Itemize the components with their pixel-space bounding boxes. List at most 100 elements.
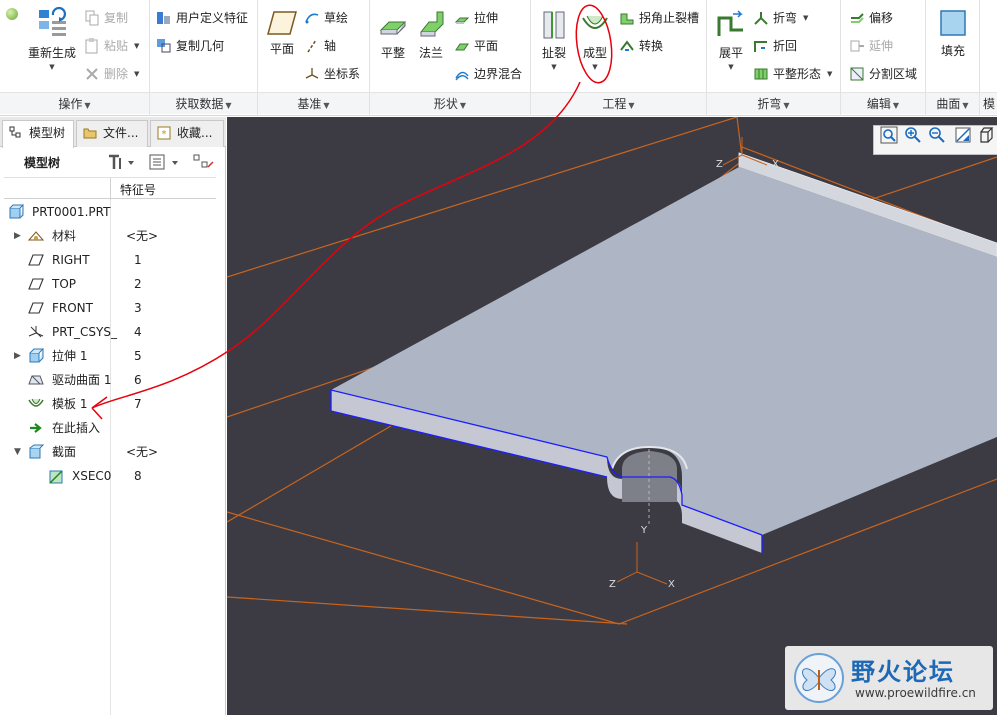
group-label-get-data[interactable]: 获取数据 ▼ [150, 92, 257, 114]
tree-row[interactable]: RIGHT 1 [0, 248, 226, 272]
chevron-down-icon: ▼ [84, 101, 91, 110]
tree-columns-icon[interactable] [192, 153, 216, 171]
datum-plane-icon [28, 278, 44, 290]
bend-button[interactable]: 折弯 ▼ [753, 7, 808, 29]
csys-icon [305, 68, 319, 79]
show-filter-icon[interactable] [148, 153, 184, 171]
group-label-surfaces[interactable]: 曲面 ▼ [926, 92, 979, 114]
plane-button[interactable]: 平面 [262, 10, 302, 57]
bend-back-button[interactable]: 折回 [753, 35, 797, 57]
tab-favorites[interactable]: * 收藏... [150, 120, 224, 147]
offset-button[interactable]: 偏移 [849, 7, 893, 29]
tree-row[interactable]: PRT0001.PRT [0, 200, 226, 224]
form-button[interactable]: 成型 ▼ [575, 8, 615, 71]
tree-row[interactable]: FRONT 3 [0, 296, 226, 320]
tab-label: 模型树 [29, 126, 66, 140]
flat-pattern-icon [754, 68, 768, 80]
flange-button[interactable]: 法兰 [412, 8, 450, 61]
tree-row[interactable]: 驱动曲面 1 6 [0, 368, 226, 392]
model-view[interactable]: Y X Z Z X [227, 117, 997, 715]
paste-button[interactable]: 粘贴 ▼ [84, 35, 139, 57]
corner-relief-icon [620, 13, 634, 25]
chevron-down-icon: ▼ [323, 101, 330, 110]
regenerate-button[interactable]: 重新生成 ▼ [24, 6, 80, 71]
split-region-button[interactable]: 分割区域 [849, 63, 917, 85]
flat-wall-button[interactable]: 平整 [374, 8, 412, 61]
flat-wall-icon [379, 21, 407, 35]
graphics-viewport[interactable]: Y X Z Z X [227, 117, 997, 715]
bend-label: 折弯 [773, 11, 798, 25]
offset-icon [851, 13, 864, 23]
zoom-out-icon[interactable] [928, 126, 946, 144]
section-icon [29, 444, 44, 459]
column-header: 特征号 [4, 177, 216, 200]
flat-pattern-button[interactable]: 平整形态 ▼ [753, 63, 832, 85]
tree-row[interactable]: 在此插入 [0, 416, 226, 440]
group-label-engineering[interactable]: 工程 ▼ [531, 92, 706, 114]
refit-icon[interactable] [954, 126, 972, 144]
group-label-shapes[interactable]: 形状 ▼ [370, 92, 530, 114]
tree-row-label: 在此插入 [52, 421, 101, 435]
chevron-down-icon: ▼ [551, 63, 557, 71]
tree-row[interactable]: ▶ 拉伸 1 5 [0, 344, 226, 368]
bend-back-icon [754, 41, 767, 52]
boundary-blend-button[interactable]: 边界混合 [454, 63, 522, 85]
expand-icon[interactable]: ▶ [14, 224, 21, 248]
column-separator[interactable] [110, 178, 111, 200]
copy-button[interactable]: 复制 [84, 7, 128, 29]
part-icon [9, 204, 24, 219]
bend-icon [754, 12, 768, 25]
tab-model-tree[interactable]: 模型树 [2, 120, 74, 148]
zoom-fit-icon[interactable] [880, 126, 898, 144]
watermark-url: www.proewildfire.cn [855, 686, 976, 700]
tree-row[interactable]: TOP 2 [0, 272, 226, 296]
csys-button[interactable]: 坐标系 [304, 63, 360, 85]
driving-surface-icon [28, 375, 44, 385]
corner-relief-button[interactable]: 拐角止裂槽 [619, 7, 699, 29]
rip-button[interactable]: 扯裂 ▼ [535, 8, 573, 71]
extrude-icon [454, 17, 470, 24]
tree-row-feature-id: 5 [134, 349, 142, 363]
group-label-operations[interactable]: 操作 ▼ [0, 92, 149, 114]
extrude-button[interactable]: 拉伸 [454, 7, 498, 29]
sketch-icon [305, 13, 319, 24]
tree-row[interactable]: PRT_CSYS_ 4 [0, 320, 226, 344]
svg-text:*: * [162, 129, 167, 140]
group-label-editing[interactable]: 编辑 ▼ [841, 92, 925, 114]
plane-shape-button[interactable]: 平面 [454, 35, 498, 57]
delete-button[interactable]: 删除 ▼ [84, 63, 139, 85]
expand-icon[interactable]: ▶ [14, 344, 21, 368]
convert-button[interactable]: 转换 [619, 35, 663, 57]
plane-label: 平面 [269, 42, 294, 56]
axis-button[interactable]: 轴 [304, 35, 336, 57]
chevron-down-icon: ▼ [49, 63, 55, 71]
csys-label: 坐标系 [324, 67, 361, 81]
group-label-datum[interactable]: 基准 ▼ [258, 92, 369, 114]
tree-row[interactable]: 模板 1 7 [0, 392, 226, 416]
user-feature-label: 用户定义特征 [176, 11, 249, 25]
copy-geometry-label: 复制几何 [176, 39, 225, 53]
collapse-icon[interactable]: ▼ [14, 440, 21, 464]
extrude-icon [29, 348, 44, 363]
zoom-in-icon[interactable] [904, 126, 922, 144]
saved-views-icon[interactable] [978, 126, 996, 144]
copy-geometry-button[interactable]: 复制几何 [156, 35, 224, 57]
fill-button[interactable]: 填充 [932, 8, 974, 59]
tree-row[interactable]: XSEC0 8 [0, 464, 226, 488]
settings-tools-icon[interactable] [106, 153, 136, 171]
extend-button[interactable]: 延伸 [849, 35, 893, 57]
axis-label-z-top: Z [716, 159, 723, 170]
extrude-label: 拉伸 [474, 11, 499, 25]
tree-row[interactable]: ▶ 材料 <无> [0, 224, 226, 248]
tab-folder-browser[interactable]: 文件... [76, 120, 148, 147]
user-defined-feature-button[interactable]: 用户定义特征 [156, 7, 248, 29]
unbend-button[interactable]: 展平 ▼ [711, 8, 751, 71]
sketch-button[interactable]: 草绘 [304, 7, 348, 29]
split-region-icon [850, 67, 864, 81]
group-label-partial[interactable]: 模 [980, 92, 997, 114]
group-label-bends[interactable]: 折弯 ▼ [707, 92, 840, 114]
group-operations: 重新生成 ▼ 复制 粘贴 ▼ 删除 ▼ 操作 ▼ [0, 0, 150, 116]
tree-row[interactable]: ▼ 截面 <无> [0, 440, 226, 464]
feature-id-header[interactable]: 特征号 [120, 181, 156, 198]
tree-row-label: TOP [52, 277, 77, 291]
